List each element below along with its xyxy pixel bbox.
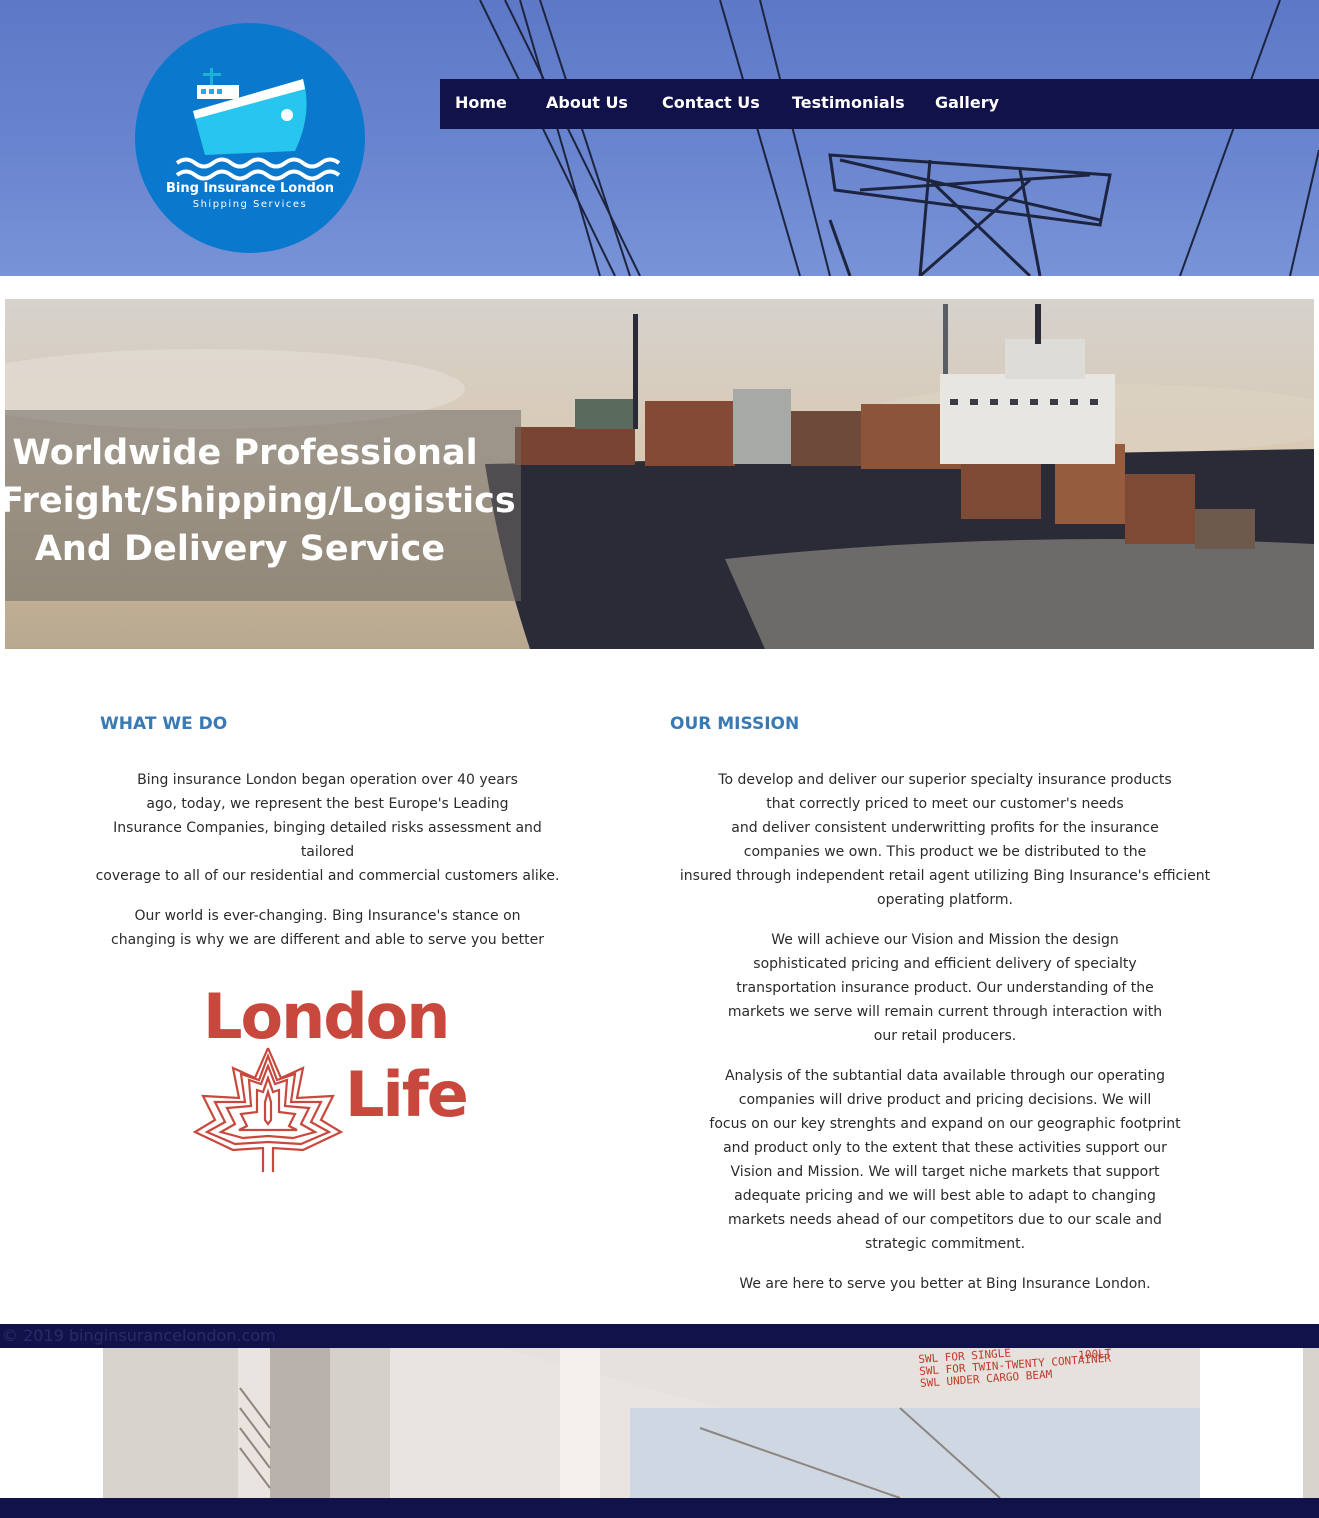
- nav-about-us[interactable]: About Us: [546, 93, 628, 112]
- text-line: adequate pricing and we will best able t…: [734, 1188, 1156, 1204]
- crane-weight-label: 100LT: [1077, 1348, 1112, 1362]
- what-we-do-text: Bing insurance London began operation ov…: [95, 768, 560, 968]
- text-line: and product only to the extent that thes…: [723, 1140, 1167, 1156]
- hero-title-line: Worldwide Professional: [12, 433, 478, 473]
- hero-banner: Worldwide Professional Freight/Shipping/…: [5, 299, 1314, 649]
- main-navigation: Home About Us Contact Us Testimonials Ga…: [440, 79, 1319, 129]
- paragraph: Our world is ever-changing. Bing Insuran…: [95, 904, 560, 952]
- footer-crane-image: SWL FOR SINGLE SWL FOR TWIN-TWENTY CONTA…: [0, 1348, 1319, 1498]
- logo-word-life: Life: [345, 1058, 469, 1131]
- text-line: markets needs ahead of our competitors d…: [728, 1212, 1162, 1228]
- text-line: and deliver consistent underwritting pro…: [731, 820, 1159, 836]
- paragraph: Bing insurance London began operation ov…: [95, 768, 560, 888]
- text-line: We are here to serve you better at Bing …: [739, 1276, 1151, 1292]
- hero-title: Worldwide Professional Freight/Shipping/…: [5, 429, 516, 573]
- london-life-logo: London Life: [193, 980, 469, 1180]
- paragraph: To develop and deliver our superior spec…: [670, 768, 1220, 912]
- ship-icon: [175, 68, 341, 181]
- paragraph: We are here to serve you better at Bing …: [670, 1272, 1220, 1296]
- nav-contact-us[interactable]: Contact Us: [662, 93, 760, 112]
- nav-home[interactable]: Home: [455, 93, 507, 112]
- text-line: companies will drive product and pricing…: [738, 1092, 1152, 1108]
- maple-leaf-icon: [193, 1047, 344, 1172]
- text-line: changing is why we are different and abl…: [111, 932, 544, 948]
- brand-name: Bing Insurance London: [166, 181, 334, 196]
- text-line: ago, today, we represent the best Europe…: [146, 796, 509, 812]
- text-line: Analysis of the subtantial data availabl…: [724, 1068, 1166, 1084]
- text-line: Vision and Mission. We will target niche…: [730, 1164, 1160, 1180]
- paragraph: We will achieve our Vision and Mission t…: [670, 928, 1220, 1048]
- brand-logo[interactable]: Bing Insurance London Shipping Services: [135, 23, 365, 253]
- text-line: coverage to all of our residential and c…: [95, 868, 560, 884]
- our-mission-text: To develop and deliver our superior spec…: [670, 768, 1220, 1312]
- text-line: Bing insurance London began operation ov…: [137, 772, 518, 788]
- text-line: that correctly priced to meet our custom…: [766, 796, 1124, 812]
- text-line: strategic commitment.: [864, 1236, 1026, 1252]
- hero-title-line: Freight/Shipping/Logistics: [5, 481, 516, 521]
- text-line: insured through independent retail agent…: [679, 868, 1211, 884]
- text-line: We will achieve our Vision and Mission t…: [771, 932, 1119, 948]
- text-line: markets we serve will remain current thr…: [727, 1004, 1163, 1020]
- text-line: To develop and deliver our superior spec…: [718, 772, 1172, 788]
- site-header: Bing Insurance London Shipping Services …: [0, 0, 1319, 276]
- bottom-bar: [0, 1498, 1319, 1518]
- paragraph: Analysis of the subtantial data availabl…: [670, 1064, 1220, 1256]
- text-line: sophisticated pricing and efficient deli…: [753, 956, 1137, 972]
- our-mission-heading: OUR MISSION: [670, 714, 800, 734]
- text-line: focus on our key strenghts and expand on…: [709, 1116, 1181, 1132]
- nav-testimonials[interactable]: Testimonials: [792, 93, 905, 112]
- nav-gallery[interactable]: Gallery: [935, 93, 999, 112]
- text-line: our retail producers.: [873, 1028, 1017, 1044]
- what-we-do-heading: WHAT WE DO: [100, 714, 228, 734]
- text-line: transportation insurance product. Our un…: [736, 980, 1154, 996]
- text-line: companies we own. This product we be dis…: [743, 844, 1147, 860]
- brand-tagline: Shipping Services: [192, 199, 308, 210]
- hero-title-line: And Delivery Service: [34, 529, 446, 569]
- text-line: Our world is ever-changing. Bing Insuran…: [134, 908, 521, 924]
- text-line: Insurance Companies, binging detailed ri…: [113, 820, 542, 860]
- crane-structure-image: [0, 1348, 1319, 1498]
- copyright-text: © 2019 binginsurancelondon.com: [2, 1326, 276, 1345]
- text-line: operating platform.: [877, 892, 1013, 908]
